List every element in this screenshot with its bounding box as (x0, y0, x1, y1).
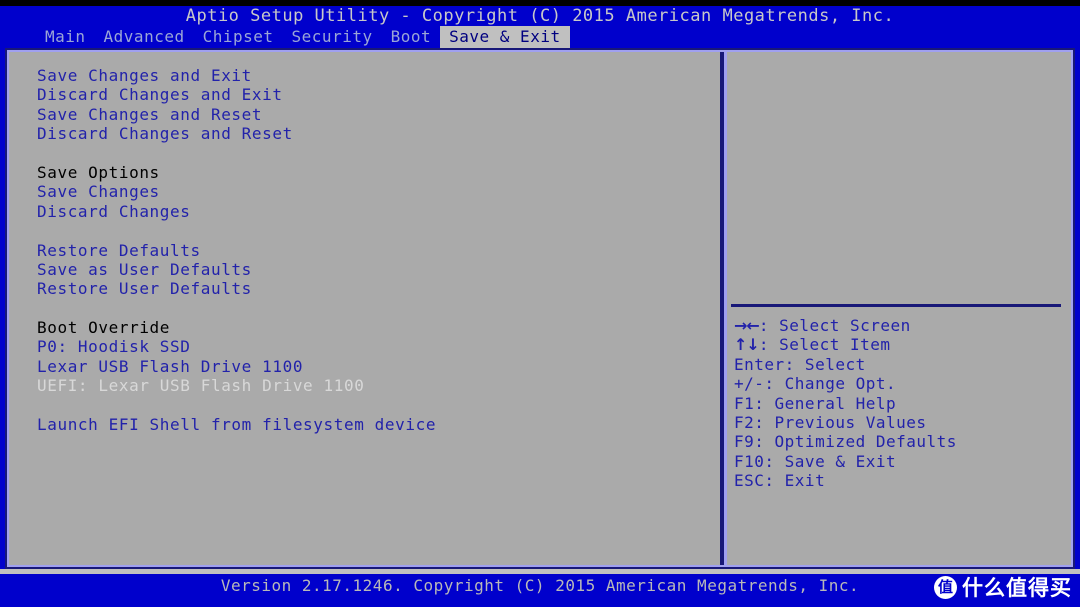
help-description (728, 52, 1071, 286)
page-title: Aptio Setup Utility - Copyright (C) 2015… (185, 6, 895, 26)
bios-setup-screen: Aptio Setup Utility - Copyright (C) 2015… (0, 0, 1080, 607)
options-list: Save Changes and Exit Discard Changes and… (9, 52, 717, 565)
option-lexar-usb-flash-drive-1100[interactable]: Lexar USB Flash Drive 1100 (37, 357, 717, 376)
option-spacer (37, 144, 717, 163)
legend-enter-select: Enter: Select (734, 354, 866, 374)
legend-f9-optimized-defaults: F9: Optimized Defaults (734, 432, 957, 452)
content-frame: Save Changes and Exit Discard Changes and… (5, 48, 1075, 569)
option-spacer (37, 221, 717, 240)
legend-f2-previous-values: F2: Previous Values (734, 413, 927, 433)
legend-label: : Select Screen (758, 316, 911, 335)
section-header-boot-override: Boot Override (37, 318, 171, 338)
version-text: Version 2.17.1246. Copyright (C) 2015 Am… (220, 576, 860, 595)
tab-save-exit[interactable]: Save & Exit (440, 26, 570, 48)
option-save-changes[interactable]: Save Changes (37, 182, 717, 201)
arrow-keys-icon: →← (734, 316, 760, 335)
option-restore-defaults[interactable]: Restore Defaults (37, 241, 717, 260)
arrow-keys-icon: ↑↓ (734, 335, 760, 355)
option-launch-efi-shell-from-filesystem-device[interactable]: Launch EFI Shell from filesystem device (37, 415, 717, 434)
option-restore-user-defaults[interactable]: Restore User Defaults (37, 279, 717, 298)
tab-advanced[interactable]: Advanced (95, 26, 194, 48)
legend-select-item: ↑↓: Select Item (734, 335, 1071, 354)
watermark: 值 什么值得买 (934, 572, 1072, 602)
legend-label: : Select Item (758, 335, 891, 355)
option-spacer (37, 396, 717, 415)
legend-esc-exit: ESC: Exit (734, 471, 826, 491)
tab-main[interactable]: Main (36, 26, 95, 48)
watermark-label: 什么值得买 (962, 576, 1072, 600)
option-uefi-lexar-usb-flash-drive-1100[interactable]: UEFI: Lexar USB Flash Drive 1100 (37, 376, 717, 395)
tab-security[interactable]: Security (283, 26, 382, 48)
key-legend: →←: Select Screen ↑↓: Select Item Enter: S… (728, 316, 1071, 491)
option-save-changes-and-exit[interactable]: Save Changes and Exit (37, 66, 717, 85)
menu-tab-bar: Main Advanced Chipset Security Boot Save & Ex… (0, 26, 1080, 48)
option-discard-changes-and-exit[interactable]: Discard Changes and Exit (37, 85, 717, 104)
option-p0-hoodisk-ssd[interactable]: P0: Hoodisk SSD (37, 337, 717, 356)
watermark-logo-icon: 值 (934, 575, 957, 599)
tab-boot[interactable]: Boot (382, 26, 441, 48)
option-discard-changes-and-reset[interactable]: Discard Changes and Reset (37, 124, 717, 143)
option-save-as-user-defaults[interactable]: Save as User Defaults (37, 260, 717, 279)
option-save-changes-and-reset[interactable]: Save Changes and Reset (37, 105, 717, 124)
tab-chipset[interactable]: Chipset (194, 26, 283, 48)
panel-divider (720, 52, 727, 565)
option-spacer (37, 299, 717, 318)
legend-select-screen: →←: Select Screen (734, 316, 1071, 335)
legend-f1-general-help: F1: General Help (734, 393, 897, 413)
content-frame-inner-border: Save Changes and Exit Discard Changes and… (7, 50, 1073, 567)
legend-change-opt: +/-: Change Opt. (734, 374, 897, 394)
help-panel: →←: Select Screen ↑↓: Select Item Enter: S… (728, 52, 1071, 565)
help-separator (731, 304, 1061, 307)
legend-f10-save-exit: F10: Save & Exit (734, 451, 897, 471)
section-header-save-options: Save Options (37, 162, 160, 182)
option-discard-changes[interactable]: Discard Changes (37, 202, 717, 221)
